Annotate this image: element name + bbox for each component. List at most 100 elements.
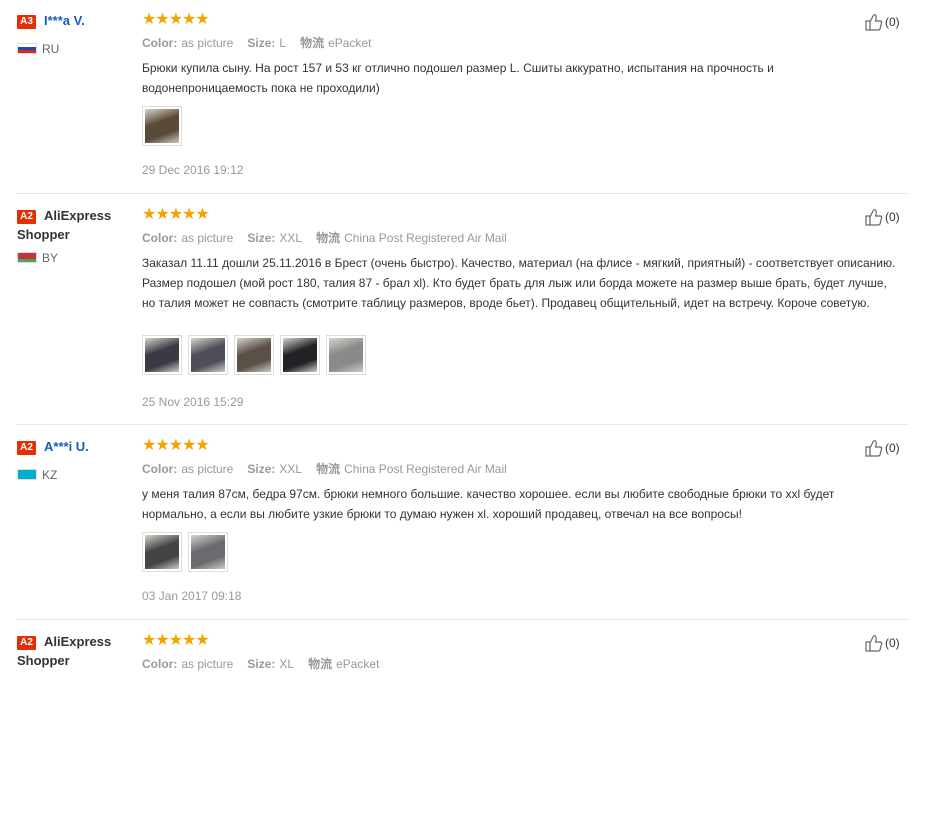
- shipping-label: 物流: [308, 657, 333, 671]
- star-icon: ★: [142, 437, 156, 454]
- thumbs-up-icon[interactable]: [865, 13, 883, 31]
- country-code: KZ: [42, 468, 58, 482]
- star-icon: ★: [155, 437, 169, 454]
- rating-stars: ★★★★★: [142, 437, 210, 454]
- rating-stars: ★★★★★: [142, 11, 210, 28]
- helpful-like-button[interactable]: (0): [865, 439, 900, 457]
- order-info: Color: as picture Size: XXL 物流 China Post Reg…: [142, 462, 521, 476]
- star-icon: ★: [142, 11, 156, 28]
- star-icon: ★: [182, 206, 196, 223]
- review-date: 03 Jan 2017 09:18: [142, 589, 242, 603]
- reviewer-name[interactable]: I***a V.: [44, 13, 85, 29]
- shipping-value: ePacket: [328, 36, 372, 50]
- review-divider: [16, 619, 908, 620]
- review-text: у меня талия 87см, бедра 97см. брюки нем…: [142, 487, 835, 521]
- reviewer-name[interactable]: A***i U.: [44, 439, 89, 455]
- helpful-like-button[interactable]: (0): [865, 13, 900, 31]
- thumbs-up-icon[interactable]: [865, 634, 883, 652]
- star-icon: ★: [155, 206, 169, 223]
- star-icon: ★: [168, 437, 183, 454]
- like-count: (0): [885, 15, 900, 29]
- shipping-value: China Post Registered Air Mail: [344, 231, 507, 245]
- order-info: Color: as picture Size: XXL 物流 China Post Reg…: [142, 231, 521, 245]
- color-value: as picture: [181, 36, 234, 50]
- review-photo-thumbnail[interactable]: [142, 532, 182, 572]
- star-icon: ★: [142, 632, 156, 649]
- star-icon: ★: [182, 11, 196, 28]
- buyer-level-badge: A3: [17, 15, 36, 29]
- country-flag-icon: [17, 252, 37, 263]
- review-text: Заказал 11.11 дошли 25.11.2016 в Брест (…: [142, 256, 896, 310]
- review-photo-thumbnail[interactable]: [188, 335, 228, 375]
- color-label: Color:: [142, 231, 178, 245]
- color-value: as picture: [181, 657, 234, 671]
- country-flag-icon: [17, 469, 37, 480]
- review-photo-thumbnail[interactable]: [142, 335, 182, 375]
- size-value: XXL: [279, 231, 303, 245]
- review-photo-thumbnail[interactable]: [326, 335, 366, 375]
- shipping-value: ePacket: [336, 657, 380, 671]
- star-icon: ★: [195, 632, 209, 649]
- star-icon: ★: [142, 206, 156, 223]
- star-icon: ★: [195, 206, 209, 223]
- color-label: Color:: [142, 462, 178, 476]
- size-value: L: [279, 36, 287, 50]
- review-photos: [142, 335, 366, 375]
- like-count: (0): [885, 441, 900, 455]
- buyer-level-badge: A2: [17, 636, 36, 650]
- color-value: as picture: [181, 462, 234, 476]
- buyer-level-badge: A2: [17, 441, 36, 455]
- star-icon: ★: [155, 632, 169, 649]
- star-icon: ★: [168, 632, 183, 649]
- color-value: as picture: [181, 231, 234, 245]
- star-icon: ★: [168, 11, 183, 28]
- star-icon: ★: [168, 206, 183, 223]
- size-value: XXL: [279, 462, 303, 476]
- like-count: (0): [885, 636, 900, 650]
- country-code: BY: [42, 251, 59, 265]
- shipping-value: China Post Registered Air Mail: [344, 462, 507, 476]
- shipping-label: 物流: [316, 462, 341, 476]
- order-info: Color: as picture Size: XL 物流 ePacket: [142, 657, 393, 671]
- review-text: Брюки купила сыну. На рост 157 и 53 кг о…: [142, 61, 774, 95]
- review-photo-thumbnail[interactable]: [280, 335, 320, 375]
- review-photo-thumbnail[interactable]: [142, 106, 182, 146]
- star-icon: ★: [182, 632, 196, 649]
- country-code: RU: [42, 42, 60, 56]
- reviewer-name-line2: Shopper: [17, 227, 70, 242]
- star-icon: ★: [195, 437, 209, 454]
- review-item: A2 AliExpress Shopper ★★★★★ Color: as picture…: [0, 633, 942, 833]
- rating-stars: ★★★★★: [142, 632, 210, 649]
- thumbs-up-icon[interactable]: [865, 439, 883, 457]
- review-photo-thumbnail[interactable]: [234, 335, 274, 375]
- shipping-label: 物流: [300, 36, 325, 50]
- color-label: Color:: [142, 657, 178, 671]
- review-photos: [142, 106, 182, 146]
- size-label: Size:: [247, 231, 276, 245]
- review-divider: [16, 193, 908, 194]
- reviewer-name-line2: Shopper: [17, 653, 70, 668]
- like-count: (0): [885, 210, 900, 224]
- star-icon: ★: [182, 437, 196, 454]
- buyer-level-badge: A2: [17, 210, 36, 224]
- review-divider: [16, 424, 908, 425]
- reviewer-name: AliExpress: [44, 634, 112, 649]
- review-photos: [142, 532, 228, 572]
- review-item: A2 AliExpress Shopper BY ★★★★★ Color: as pictu…: [0, 206, 942, 409]
- review-item: A2 A***i U. KZ ★★★★★ Color: as picture Size: XX…: [0, 438, 942, 638]
- reviewer-name: AliExpress: [44, 208, 112, 223]
- helpful-like-button[interactable]: (0): [865, 634, 900, 652]
- review-date: 25 Nov 2016 15:29: [142, 395, 244, 409]
- size-label: Size:: [247, 657, 276, 671]
- star-icon: ★: [155, 11, 169, 28]
- thumbs-up-icon[interactable]: [865, 208, 883, 226]
- shipping-label: 物流: [316, 231, 341, 245]
- size-label: Size:: [247, 462, 276, 476]
- color-label: Color:: [142, 36, 178, 50]
- rating-stars: ★★★★★: [142, 206, 210, 223]
- review-photo-thumbnail[interactable]: [188, 532, 228, 572]
- review-item: A3 I***a V. RU ★★★★★ Color: as picture Size: L 物…: [0, 12, 942, 212]
- order-info: Color: as picture Size: L 物流 ePacket: [142, 36, 385, 50]
- size-label: Size:: [247, 36, 276, 50]
- helpful-like-button[interactable]: (0): [865, 208, 900, 226]
